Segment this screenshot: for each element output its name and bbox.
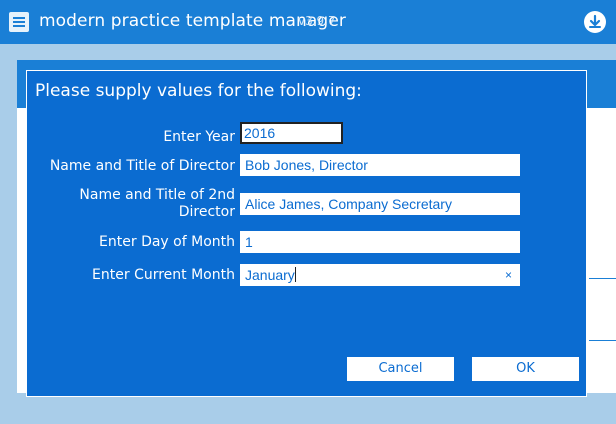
field-label-day: Enter Day of Month: [99, 234, 235, 250]
field-label-month: Enter Current Month: [92, 267, 235, 283]
field-label-second-director: Name and Title of 2nd Director: [79, 187, 235, 221]
divider: [589, 278, 616, 279]
field-label-line: Name and Title of 2nd: [79, 187, 235, 203]
day-input[interactable]: 1: [240, 231, 520, 253]
cancel-button[interactable]: Cancel: [347, 357, 454, 381]
title-bar: modern practice template manager v3.9.7: [0, 0, 616, 44]
ok-button[interactable]: OK: [472, 357, 579, 381]
year-input-value: 2016: [244, 125, 276, 141]
text-caret: [294, 267, 296, 282]
divider: [589, 340, 616, 341]
director-input[interactable]: Bob Jones, Director: [240, 154, 520, 176]
director-input-value: Bob Jones, Director: [245, 157, 368, 173]
clear-icon[interactable]: ×: [505, 264, 512, 286]
field-label-line: Director: [178, 204, 235, 220]
download-icon[interactable]: [584, 11, 606, 33]
field-label-year: Enter Year: [163, 129, 235, 145]
second-director-input[interactable]: Alice James, Company Secretary: [240, 193, 520, 215]
day-input-value: 1: [245, 234, 253, 250]
values-dialog: Please supply values for the following: …: [26, 70, 587, 397]
month-input[interactable]: January ×: [240, 264, 520, 286]
month-input-value: January: [245, 267, 295, 283]
menu-icon[interactable]: [9, 12, 29, 32]
second-director-input-value: Alice James, Company Secretary: [245, 196, 452, 212]
field-label-director: Name and Title of Director: [49, 158, 235, 174]
dialog-title: Please supply values for the following:: [35, 81, 362, 101]
year-input[interactable]: 2016: [240, 122, 343, 144]
app-version: v3.9.7: [298, 14, 336, 28]
